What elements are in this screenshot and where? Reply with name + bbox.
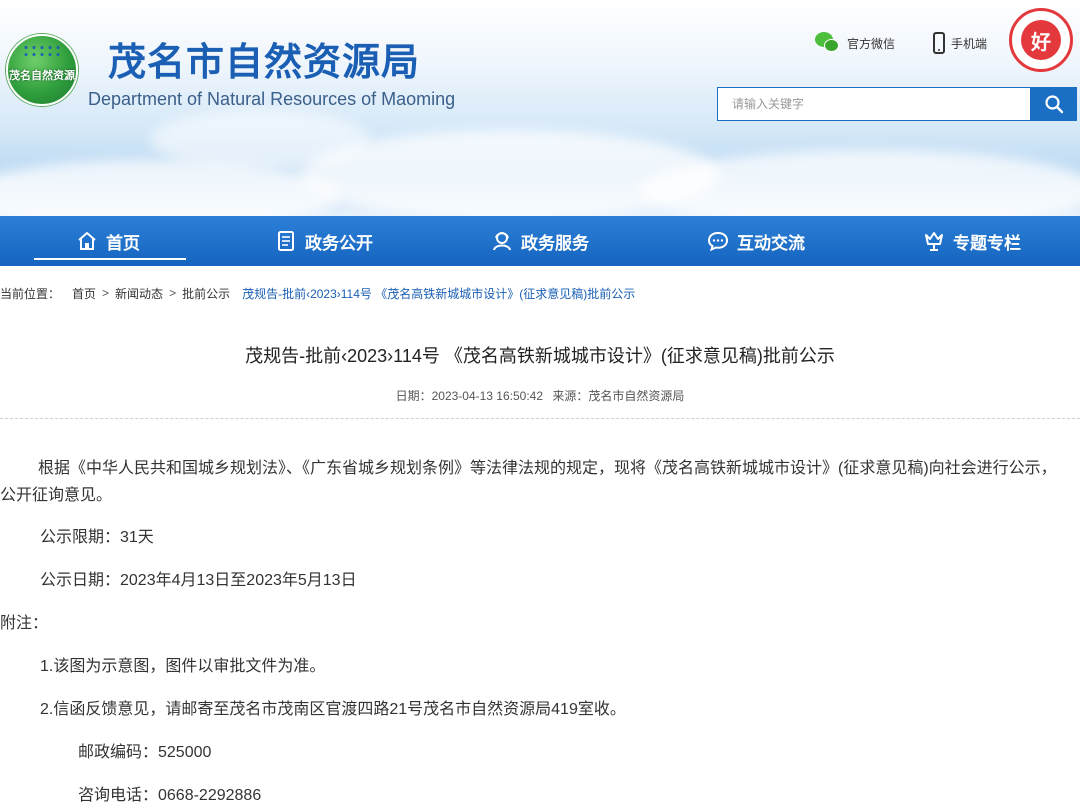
article-paragraph: 附注： — [0, 615, 49, 632]
breadcrumb-prefix: 当前位置： — [0, 286, 61, 301]
breadcrumb-news[interactable]: 新闻动态 — [115, 285, 163, 302]
header-cloud — [150, 110, 370, 170]
breadcrumb-home[interactable]: 首页 — [72, 285, 96, 302]
mobile-link[interactable]: 手机端 — [933, 30, 987, 56]
nav-label: 首页 — [106, 233, 140, 253]
article-paragraph: 2.信函反馈意见，请邮寄至茂名市茂南区官渡四路21号茂名市自然资源局419室收。 — [40, 701, 626, 718]
nav-item-special-topics[interactable]: 专题专栏 — [864, 216, 1080, 266]
special-icon — [925, 232, 943, 251]
breadcrumb-current[interactable]: 茂规告-批前‹2023›114号 《茂名高铁新城城市设计》(征求意见稿)批前公示 — [242, 285, 635, 302]
wechat-label: 官方微信 — [847, 36, 896, 51]
main-nav: 首页 政务公开 政务服务 互动交流 专题专栏 — [0, 216, 1080, 266]
nav-label: 政务服务 — [521, 233, 589, 253]
nav-label: 专题专栏 — [953, 233, 1021, 253]
postal-code: 邮政编码：525000 — [78, 744, 212, 761]
mobile-label: 手机端 — [951, 36, 988, 51]
nav-item-home[interactable]: 首页 — [0, 216, 216, 266]
search-input[interactable] — [717, 87, 1031, 121]
nav-item-interaction[interactable]: 互动交流 — [648, 216, 864, 266]
service-icon — [493, 232, 511, 251]
logo-text: 茂名自然资源 — [9, 70, 75, 82]
breadcrumb-separator: > — [102, 286, 110, 300]
article-source: 来源：茂名市自然资源局 — [552, 389, 685, 403]
home-icon — [78, 232, 96, 250]
breadcrumb-prepublicity[interactable]: 批前公示 — [182, 285, 230, 302]
article-date: 日期：2023-04-13 16:50:42 — [395, 389, 544, 403]
nav-item-government-affairs[interactable]: 政务公开 — [216, 216, 432, 266]
nav-label: 政务公开 — [305, 233, 373, 253]
nav-item-government-services[interactable]: 政务服务 — [432, 216, 648, 266]
search-icon — [1044, 95, 1063, 114]
chat-icon — [707, 231, 729, 252]
article-divider — [0, 418, 1080, 419]
article-paragraph: 1.该图为示意图，图件以审批文件为准。 — [40, 658, 326, 675]
wechat-icon — [815, 32, 841, 54]
phone-icon — [933, 32, 945, 54]
document-icon — [278, 231, 294, 251]
site-title[interactable]: 茂名市自然资源局 — [108, 40, 420, 86]
wechat-link[interactable]: 官方微信 — [815, 30, 895, 56]
article-paragraph: 根据《中华人民共和国城乡规划法》、《广东省城乡规划条例》等法律法规的规定，现将《… — [0, 460, 1057, 504]
article-meta: 日期：2023-04-13 16:50:42 来源：茂名市自然资源局 — [0, 387, 1080, 404]
breadcrumb-separator: > — [169, 286, 177, 300]
article-paragraph: 公示日期：2023年4月13日至2023年5月13日 — [40, 572, 357, 589]
logo-dots — [22, 44, 62, 58]
nav-label: 互动交流 — [737, 233, 805, 253]
article-paragraph: 公示限期：31天 — [40, 529, 154, 546]
site-logo[interactable]: 茂名自然资源 — [6, 34, 78, 106]
site-header: 茂名自然资源 茂名市自然资源局 Department of Natural Re… — [0, 0, 1080, 216]
haoxin-maoming-badge[interactable]: 好 — [1009, 8, 1073, 72]
site-subtitle: Department of Natural Resources of Maomi… — [88, 89, 456, 109]
search-button[interactable] — [1030, 87, 1077, 121]
badge-emblem: 好 — [1021, 20, 1061, 60]
contact-phone: 咨询电话：0668-2292886 — [78, 787, 262, 804]
breadcrumb: 当前位置： 首页 > 新闻动态 > 批前公示 茂规告-批前‹2023›114号 … — [0, 284, 635, 302]
article-title: 茂规告-批前‹2023›114号 《茂名高铁新城城市设计》(征求意见稿)批前公示 — [245, 346, 835, 366]
